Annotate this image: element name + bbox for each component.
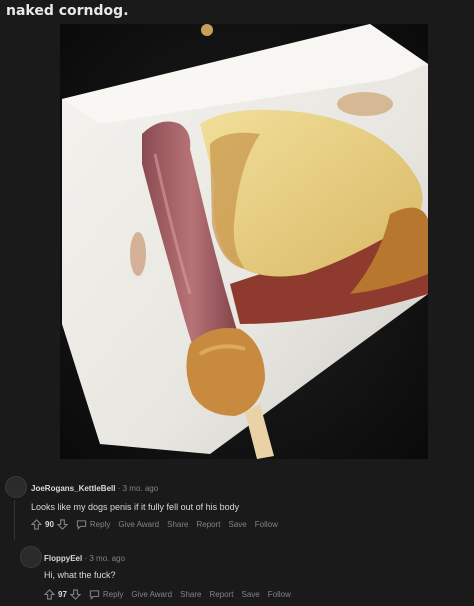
vote-group: 97 xyxy=(44,589,81,600)
username[interactable]: JoeRogans_KettleBell xyxy=(31,484,115,493)
separator: · xyxy=(84,554,88,563)
vote-group: 90 xyxy=(31,519,68,530)
comment-meta: JoeRogans_KettleBell · 3 mo. ago xyxy=(31,484,158,493)
report-button[interactable]: Report xyxy=(196,520,220,529)
save-button[interactable]: Save xyxy=(229,520,247,529)
vote-count: 90 xyxy=(45,520,54,529)
comment-actions: 90 Reply Give Award Share Report Save Fo… xyxy=(31,519,278,530)
avatar[interactable] xyxy=(5,476,27,498)
share-button[interactable]: Share xyxy=(167,520,188,529)
comment-body: Hi, what the fuck? xyxy=(44,570,116,580)
arrow-down-icon[interactable] xyxy=(69,589,81,600)
vote-count: 97 xyxy=(58,590,67,599)
follow-button[interactable]: Follow xyxy=(255,520,278,529)
reply-label: Reply xyxy=(102,590,124,599)
give-award-button[interactable]: Give Award xyxy=(131,590,172,599)
speech-bubble-icon xyxy=(76,520,87,530)
comment-body: Looks like my dogs penis if it fully fel… xyxy=(31,502,240,512)
separator: · xyxy=(117,484,121,493)
give-award-button[interactable]: Give Award xyxy=(118,520,159,529)
comment-actions: 97 Reply Give Award Share Report Save Fo… xyxy=(44,589,291,600)
comment-meta: FloppyEel · 3 mo. ago xyxy=(44,554,125,563)
follow-button[interactable]: Follow xyxy=(268,590,291,599)
reply-label: Reply xyxy=(89,520,111,529)
save-button[interactable]: Save xyxy=(242,590,260,599)
avatar[interactable] xyxy=(20,546,42,568)
comment-age: 3 mo. ago xyxy=(89,554,125,563)
arrow-down-icon[interactable] xyxy=(56,519,68,530)
username[interactable]: FloppyEel xyxy=(44,554,82,563)
arrow-up-icon[interactable] xyxy=(44,589,55,600)
post-title: naked corndog. xyxy=(6,3,129,19)
reply-button[interactable]: Reply xyxy=(89,589,123,600)
thread-line[interactable] xyxy=(14,500,15,540)
report-button[interactable]: Report xyxy=(209,590,233,599)
share-button[interactable]: Share xyxy=(180,590,201,599)
arrow-up-icon[interactable] xyxy=(31,519,42,530)
speech-bubble-icon xyxy=(89,590,100,600)
corndog-photo xyxy=(60,24,428,459)
post-image[interactable] xyxy=(60,24,428,459)
comment-age: 3 mo. ago xyxy=(122,484,159,493)
reply-button[interactable]: Reply xyxy=(76,519,110,530)
